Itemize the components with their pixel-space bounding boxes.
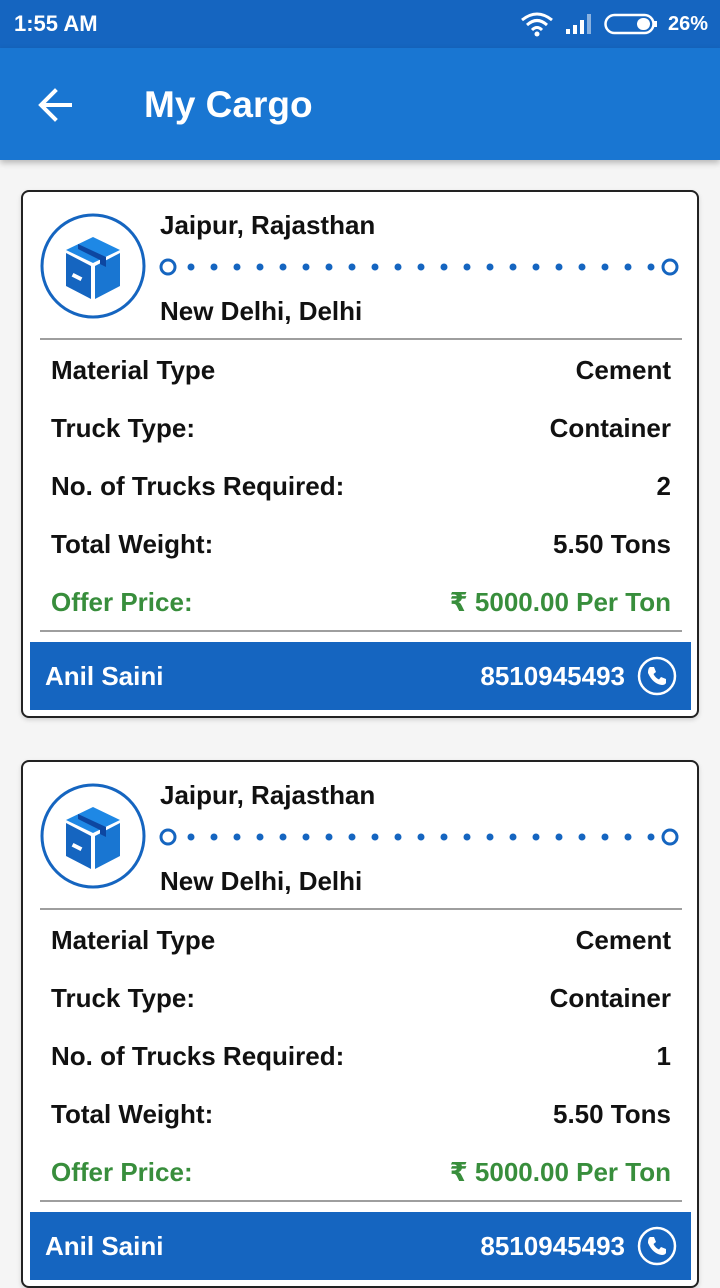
truck-type-label: Truck Type:: [51, 413, 196, 443]
truck-type-row: Truck Type: Container: [51, 979, 671, 1019]
battery-icon: [604, 13, 657, 35]
page-title: My Cargo: [144, 84, 313, 125]
back-button[interactable]: [30, 82, 82, 128]
divider: [40, 630, 682, 632]
offer-price-row: Offer Price: ₹ 5000.00 Per Ton: [51, 1153, 671, 1193]
total-weight-label: Total Weight:: [51, 1099, 214, 1129]
cargo-card[interactable]: Jaipur, Rajasthan New Delhi, Delhi Mater…: [21, 190, 699, 718]
package-icon: [40, 213, 146, 319]
offer-price-value: ₹ 5000.00 Per Ton: [449, 587, 671, 617]
offer-price-value: ₹ 5000.00 Per Ton: [449, 1157, 671, 1187]
trucks-required-value: 2: [656, 471, 671, 501]
offer-price-label: Offer Price:: [51, 1157, 193, 1187]
total-weight-label: Total Weight:: [51, 529, 214, 559]
offer-price-label: Offer Price:: [51, 587, 193, 617]
cargo-card[interactable]: Jaipur, Rajasthan New Delhi, Delhi Mater…: [21, 760, 699, 1288]
trucks-required-value: 1: [656, 1041, 671, 1071]
trucks-required-label: No. of Trucks Required:: [51, 1041, 345, 1071]
total-weight-row: Total Weight: 5.50 Tons: [51, 1095, 671, 1135]
trucks-required-row: No. of Trucks Required: 1: [51, 1037, 671, 1077]
total-weight-row: Total Weight: 5.50 Tons: [51, 525, 671, 565]
phone-call-icon[interactable]: [637, 1226, 677, 1266]
status-bar: 1:55 AM 26%: [0, 0, 720, 48]
material-type-value: Cement: [575, 355, 671, 385]
material-type-row: Material Type Cement: [51, 351, 671, 391]
route-dotted-line: [159, 258, 679, 276]
total-weight-value: 5.50 Tons: [552, 1099, 671, 1129]
trucks-required-label: No. of Trucks Required:: [51, 471, 345, 501]
truck-type-row: Truck Type: Container: [51, 409, 671, 449]
battery-percentage: 26%: [667, 12, 708, 35]
status-time: 1:55 AM: [14, 11, 98, 36]
wifi-icon: [521, 12, 553, 37]
arrow-back-icon: [38, 88, 72, 122]
contact-bar: Anil Saini 8510945493: [30, 1212, 691, 1280]
material-type-value: Cement: [575, 925, 671, 955]
status-icons: 26%: [520, 8, 708, 40]
material-type-label: Material Type: [51, 925, 216, 955]
truck-type-value: Container: [549, 983, 671, 1013]
material-type-row: Material Type Cement: [51, 921, 671, 961]
material-type-label: Material Type: [51, 355, 216, 385]
contact-phone[interactable]: 8510945493: [480, 1231, 625, 1262]
divider: [40, 1200, 682, 1202]
contact-name: Anil Saini: [45, 661, 164, 691]
contact-phone[interactable]: 8510945493: [480, 661, 625, 692]
truck-type-label: Truck Type:: [51, 983, 196, 1013]
total-weight-value: 5.50 Tons: [552, 529, 671, 559]
signal-icon: [565, 14, 591, 34]
trucks-required-row: No. of Trucks Required: 2: [51, 467, 671, 507]
offer-price-row: Offer Price: ₹ 5000.00 Per Ton: [51, 583, 671, 623]
contact-name: Anil Saini: [45, 1231, 164, 1261]
destination-location: New Delhi, Delhi: [160, 866, 363, 896]
divider: [40, 338, 682, 340]
phone-call-icon[interactable]: [637, 656, 677, 696]
package-icon: [40, 783, 146, 889]
app-bar: My Cargo: [0, 48, 720, 160]
truck-type-value: Container: [549, 413, 671, 443]
origin-location: Jaipur, Rajasthan: [160, 210, 376, 240]
divider: [40, 908, 682, 910]
contact-bar: Anil Saini 8510945493: [30, 642, 691, 710]
destination-location: New Delhi, Delhi: [160, 296, 363, 326]
route-dotted-line: [159, 828, 679, 846]
origin-location: Jaipur, Rajasthan: [160, 780, 376, 810]
